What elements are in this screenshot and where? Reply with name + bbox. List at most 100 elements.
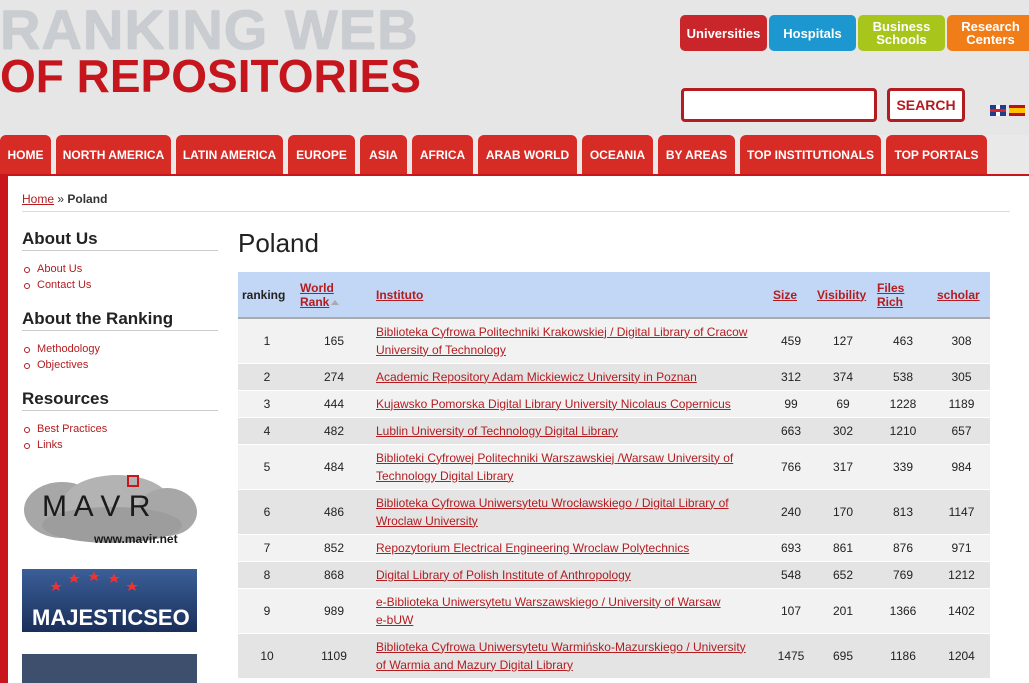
- institution-link[interactable]: e-Biblioteka Uniwersytetu Warszawskiego …: [376, 595, 721, 627]
- majestic-logo-text: MAJESTICSEO: [32, 605, 190, 630]
- universities-button[interactable]: Universities: [680, 15, 767, 51]
- col-scholar[interactable]: scholar: [933, 272, 990, 319]
- institution-link[interactable]: Repozytorium Electrical Engineering Wroc…: [376, 541, 689, 555]
- business-label-2: Schools: [876, 32, 927, 47]
- cell-scholar: 1212: [933, 561, 990, 589]
- search-input[interactable]: [681, 88, 877, 122]
- nav-top-portals[interactable]: TOP PORTALS: [886, 135, 987, 175]
- visibility-header-link[interactable]: Visibility: [817, 288, 866, 302]
- scholar-header-link[interactable]: scholar: [937, 288, 980, 302]
- cell-instituto: Digital Library of Polish Institute of A…: [372, 561, 769, 589]
- cell-visibility: 302: [813, 417, 873, 445]
- sidebar-link-best-practices[interactable]: Best Practices: [23, 421, 107, 437]
- nav-arab-world[interactable]: ARAB WORLD: [478, 135, 577, 175]
- table-row: 6 486 Biblioteka Cyfrowa Uniwersytetu Wr…: [238, 489, 990, 535]
- cell-files-rich: 876: [873, 534, 933, 562]
- institution-link[interactable]: Biblioteka Cyfrowa Politechniki Krakowsk…: [376, 325, 747, 357]
- nav-north-america[interactable]: NORTH AMERICA: [56, 135, 171, 175]
- spanish-flag-icon[interactable]: [1009, 105, 1025, 116]
- nav-europe[interactable]: EUROPE: [288, 135, 355, 175]
- search-button[interactable]: SEARCH: [887, 88, 965, 122]
- table-row: 8 868 Digital Library of Polish Institut…: [238, 561, 990, 589]
- cell-visibility: 861: [813, 534, 873, 562]
- cell-scholar: 1189: [933, 390, 990, 418]
- breadcrumb-home-link[interactable]: Home: [22, 192, 54, 206]
- cell-files-rich: 339: [873, 444, 933, 490]
- size-header-link[interactable]: Size: [773, 288, 797, 302]
- breadcrumb-separator: »: [57, 192, 65, 206]
- cell-instituto: Academic Repository Adam Mickiewicz Univ…: [372, 363, 769, 391]
- mavir-banner[interactable]: M A V R www.mavir.net: [22, 470, 197, 550]
- col-visibility[interactable]: Visibility: [813, 272, 873, 319]
- files-rich-line2[interactable]: Rich: [877, 295, 903, 309]
- cell-files-rich: 463: [873, 318, 933, 364]
- about-us-heading: About Us: [22, 229, 98, 248]
- about-ranking-list: Methodology Objectives: [24, 341, 100, 373]
- sidebar-link-contact-us[interactable]: Contact Us: [23, 277, 91, 293]
- institution-link[interactable]: Biblioteka Cyfrowa Uniwersytetu Warmińsk…: [376, 640, 746, 672]
- cell-scholar: 1204: [933, 633, 990, 679]
- cell-world-rank: 274: [296, 363, 372, 391]
- cell-size: 107: [769, 588, 813, 634]
- sidebar-link-objectives[interactable]: Objectives: [24, 357, 100, 373]
- table-row: 10 1109 Biblioteka Cyfrowa Uniwersytetu …: [238, 633, 990, 679]
- cell-size: 99: [769, 390, 813, 418]
- sidebar-link-links[interactable]: Links: [23, 437, 107, 453]
- cell-visibility: 695: [813, 633, 873, 679]
- table-row: 1 165 Biblioteka Cyfrowa Politechniki Kr…: [238, 318, 990, 364]
- files-rich-line1[interactable]: Files: [877, 281, 904, 295]
- table-header-row: ranking World Rank Instituto Size Visibil…: [238, 272, 990, 319]
- nav-asia[interactable]: ASIA: [360, 135, 407, 175]
- cell-scholar: 657: [933, 417, 990, 445]
- cell-size: 459: [769, 318, 813, 364]
- nav-africa[interactable]: AFRICA: [412, 135, 473, 175]
- col-world-rank[interactable]: World Rank: [296, 272, 372, 319]
- institution-link[interactable]: Lublin University of Technology Digital …: [376, 424, 618, 438]
- breadcrumb: Home » Poland: [22, 192, 107, 206]
- world-rank-line2[interactable]: Rank: [300, 295, 329, 309]
- cell-ranking: 1: [238, 318, 296, 364]
- col-size[interactable]: Size: [769, 272, 813, 319]
- col-files-rich[interactable]: Files Rich: [873, 272, 933, 319]
- institution-link[interactable]: Digital Library of Polish Institute of A…: [376, 568, 631, 582]
- about-ranking-heading: About the Ranking: [22, 309, 174, 328]
- cell-size: 693: [769, 534, 813, 562]
- nav-by-areas[interactable]: BY AREAS: [658, 135, 735, 175]
- cell-files-rich: 1366: [873, 588, 933, 634]
- cell-visibility: 374: [813, 363, 873, 391]
- nav-oceania[interactable]: OCEANIA: [582, 135, 653, 175]
- cell-size: 312: [769, 363, 813, 391]
- cell-ranking: 5: [238, 444, 296, 490]
- institution-link[interactable]: Biblioteki Cyfrowej Politechniki Warszaw…: [376, 451, 733, 483]
- col-instituto[interactable]: Instituto: [372, 272, 769, 319]
- table-row: 7 852 Repozytorium Electrical Engineerin…: [238, 534, 990, 562]
- business-schools-button[interactable]: Business Schools: [858, 15, 945, 51]
- hospitals-label: Hospitals: [783, 25, 842, 41]
- world-rank-line1[interactable]: World: [300, 281, 334, 295]
- majestic-seo-banner[interactable]: MAJESTICSEO: [22, 569, 197, 632]
- cell-ranking: 3: [238, 390, 296, 418]
- cell-instituto: Repozytorium Electrical Engineering Wroc…: [372, 534, 769, 562]
- sort-ascending-icon[interactable]: [331, 299, 340, 305]
- sidebar-link-methodology[interactable]: Methodology: [24, 341, 100, 357]
- institution-link[interactable]: Biblioteka Cyfrowa Uniwersytetu Wrocławs…: [376, 496, 729, 528]
- institution-link[interactable]: Kujawsko Pomorska Digital Library Univer…: [376, 397, 731, 411]
- english-flag-icon[interactable]: [990, 105, 1006, 116]
- cell-ranking: 10: [238, 633, 296, 679]
- logo-of-repositories[interactable]: OF REPOSITORIES: [0, 52, 421, 100]
- breadcrumb-divider: [22, 211, 1010, 212]
- institution-link[interactable]: Academic Repository Adam Mickiewicz Univ…: [376, 370, 697, 384]
- mavir-cloud-graphic: M A V R www.mavir.net: [24, 475, 197, 546]
- mavir-url: www.mavir.net: [93, 532, 178, 546]
- majestic-stars-icon: [50, 571, 138, 591]
- nav-top-institutionals[interactable]: TOP INSTITUTIONALS: [740, 135, 881, 175]
- instituto-header-link[interactable]: Instituto: [376, 288, 423, 302]
- nav-latin-america[interactable]: LATIN AMERICA: [176, 135, 283, 175]
- nav-home[interactable]: HOME: [0, 135, 51, 175]
- research-centers-button[interactable]: Research Centers: [947, 15, 1029, 51]
- cell-scholar: 1147: [933, 489, 990, 535]
- hospitals-button[interactable]: Hospitals: [769, 15, 856, 51]
- bottom-banner[interactable]: [22, 654, 197, 683]
- sidebar-link-about-us[interactable]: About Us: [23, 261, 91, 277]
- cell-ranking: 9: [238, 588, 296, 634]
